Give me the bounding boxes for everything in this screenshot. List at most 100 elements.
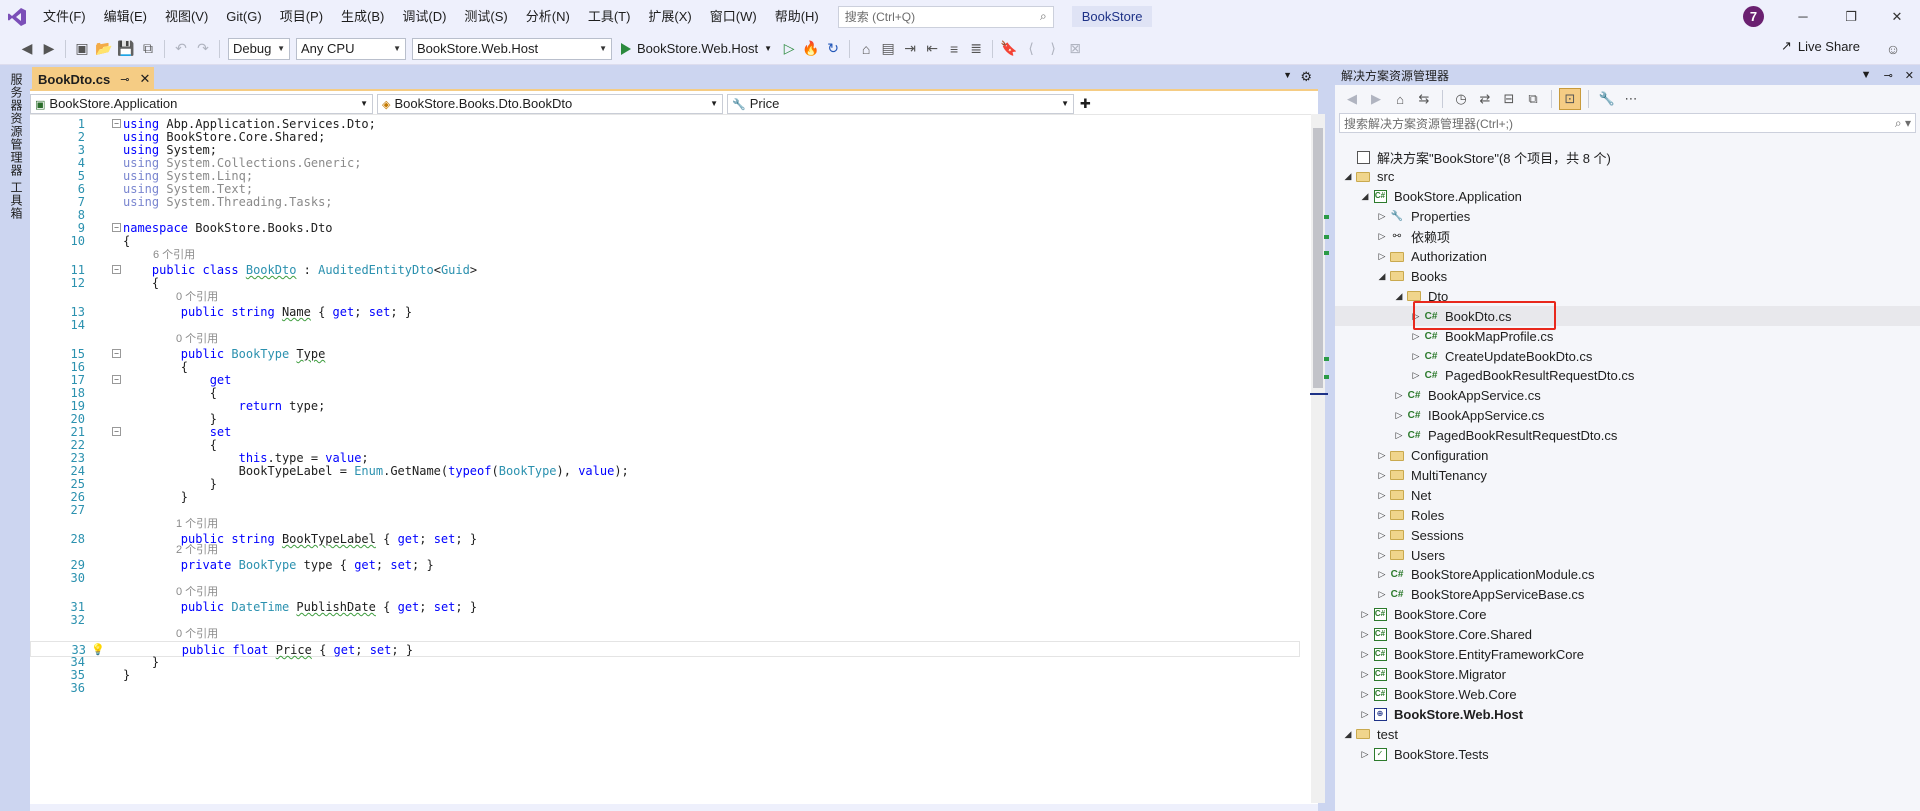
tree-node[interactable]: ◢ Books <box>1335 266 1920 286</box>
redo-icon[interactable]: ↷ <box>192 38 214 60</box>
menu-window[interactable]: 窗口(W) <box>701 0 766 33</box>
collapsed-arrow-icon[interactable]: ▷ <box>1409 331 1423 342</box>
collapse-icon[interactable]: − <box>112 349 121 358</box>
collapsed-arrow-icon[interactable]: ▷ <box>1409 370 1423 381</box>
tree-node[interactable]: ▷ C# PagedBookResultRequestDto.cs <box>1335 426 1920 446</box>
pin-icon[interactable]: ⊸ <box>120 73 129 86</box>
step-icon[interactable]: ⇥ <box>899 38 921 60</box>
forward-icon[interactable]: ▶ <box>38 38 60 60</box>
collapsed-arrow-icon[interactable]: ▷ <box>1375 231 1389 242</box>
collapsed-arrow-icon[interactable]: ▷ <box>1375 251 1389 262</box>
show-all-files-icon[interactable]: ⧉ <box>1522 88 1544 110</box>
save-all-icon[interactable]: ⧉ <box>137 38 159 60</box>
type-nav-dropdown[interactable]: ◈ BookStore.Books.Dto.BookDto ▼ <box>377 93 723 114</box>
codelens-references[interactable]: 6 个引用 <box>153 249 195 262</box>
prev-bookmark-icon[interactable]: ⟨ <box>1020 38 1042 60</box>
toolbox-tab[interactable]: 工具箱 <box>8 181 25 220</box>
menu-help[interactable]: 帮助(H) <box>766 0 828 33</box>
uncomment-icon[interactable]: ≣ <box>965 38 987 60</box>
collapsed-arrow-icon[interactable]: ▷ <box>1409 311 1423 322</box>
more-icon[interactable]: ⋯ <box>1620 88 1642 110</box>
forward-icon[interactable]: ▶ <box>1365 88 1387 110</box>
tree-node[interactable]: ◢ C# BookStore.Application <box>1335 187 1920 207</box>
collapse-icon[interactable]: − <box>112 427 121 436</box>
tree-node[interactable]: ▷ ⊕ BookStore.Web.Host <box>1335 704 1920 724</box>
auto-hide-pin-icon[interactable]: ⊸ <box>1884 69 1893 82</box>
tree-node[interactable]: ▷ C# BookStore.EntityFrameworkCore <box>1335 645 1920 665</box>
tree-node[interactable]: ▷ MultiTenancy <box>1335 465 1920 485</box>
collapsed-arrow-icon[interactable]: ▷ <box>1409 351 1423 362</box>
collapsed-arrow-icon[interactable]: ▷ <box>1392 390 1406 401</box>
codelens-references[interactable]: 0 个引用 <box>176 291 218 304</box>
tree-node[interactable]: ▷ C# IBookAppService.cs <box>1335 406 1920 426</box>
undo-icon[interactable]: ↶ <box>170 38 192 60</box>
tree-node[interactable]: ▷ C# BookStoreAppServiceBase.cs <box>1335 585 1920 605</box>
collapsed-arrow-icon[interactable]: ▷ <box>1358 689 1372 700</box>
codelens-references[interactable]: 0 个引用 <box>176 333 218 346</box>
collapse-icon[interactable]: − <box>112 265 121 274</box>
tree-node[interactable]: ▷ Sessions <box>1335 525 1920 545</box>
start-debugging-button[interactable]: BookStore.Web.Host ▼ <box>615 41 778 56</box>
visual-studio-logo-icon[interactable] <box>0 0 34 33</box>
split-editor-icon[interactable]: ✚ <box>1080 96 1091 112</box>
codelens-references[interactable]: 1 个引用 <box>176 518 218 531</box>
tree-node[interactable]: ▷ Roles <box>1335 505 1920 525</box>
start-without-debugging-icon[interactable]: ▷ <box>778 38 800 60</box>
tree-node[interactable]: ▷ Configuration <box>1335 446 1920 466</box>
menu-git[interactable]: Git(G) <box>217 0 270 33</box>
collapsed-arrow-icon[interactable]: ▷ <box>1375 569 1389 580</box>
tab-bookdto-cs[interactable]: BookDto.cs ⊸ ✕ <box>32 67 154 91</box>
tree-node[interactable]: ▷ 🔧 Properties <box>1335 207 1920 227</box>
tree-node[interactable]: ▷ C# BookStoreApplicationModule.cs <box>1335 565 1920 585</box>
collapsed-arrow-icon[interactable]: ▷ <box>1358 669 1372 680</box>
menu-test[interactable]: 测试(S) <box>455 0 516 33</box>
tree-node[interactable]: ▷ C# BookAppService.cs <box>1335 386 1920 406</box>
menu-tools[interactable]: 工具(T) <box>579 0 640 33</box>
code-text-area[interactable]: 1− using Abp.Application.Services.Dto; 2u… <box>30 116 1318 800</box>
collapsed-arrow-icon[interactable]: ▷ <box>1375 530 1389 541</box>
comment-icon[interactable]: ≡ <box>943 38 965 60</box>
collapsed-arrow-icon[interactable]: ▷ <box>1358 749 1372 760</box>
tree-node[interactable]: ◢ Dto <box>1335 286 1920 306</box>
member-nav-dropdown[interactable]: 🔧 Price ▼ <box>727 93 1074 114</box>
next-bookmark-icon[interactable]: ⟩ <box>1042 38 1064 60</box>
bookmark-icon[interactable]: 🔖 <box>998 38 1020 60</box>
collapsed-arrow-icon[interactable]: ▷ <box>1375 450 1389 461</box>
search-input[interactable]: 搜索 (Ctrl+Q) ⌕ <box>837 5 1054 28</box>
layout-icon[interactable]: ▤ <box>877 38 899 60</box>
close-tab-icon[interactable]: ✕ <box>139 71 150 87</box>
project-nav-dropdown[interactable]: ▣ BookStore.Application ▼ <box>30 93 373 114</box>
collapsed-arrow-icon[interactable]: ▷ <box>1358 609 1372 620</box>
tree-node[interactable]: ▷ Net <box>1335 485 1920 505</box>
tree-node[interactable]: 解决方案"BookStore"(8 个项目，共 8 个) <box>1335 147 1920 167</box>
tree-node[interactable]: ▷ ⚯ 依赖项 <box>1335 227 1920 247</box>
properties-wrench-icon[interactable]: 🔧 <box>1596 88 1618 110</box>
tree-node[interactable]: ◢ test <box>1335 724 1920 744</box>
hot-reload-icon[interactable]: 🔥 <box>800 38 822 60</box>
tree-node[interactable]: ▷ C# BookStore.Migrator <box>1335 664 1920 684</box>
avatar[interactable]: 7 <box>1743 6 1764 27</box>
switch-views-icon[interactable]: ⇆ <box>1413 88 1435 110</box>
window-position-icon[interactable]: ▼ <box>1861 69 1872 82</box>
startup-project-dropdown[interactable]: BookStore.Web.Host ▼ <box>412 37 612 60</box>
solution-search-input[interactable]: 搜索解决方案资源管理器(Ctrl+;) ⌕ ▾ <box>1339 113 1916 133</box>
close-icon[interactable]: ✕ <box>1874 0 1920 33</box>
tree-node[interactable]: ▷ C# PagedBookResultRequestDto.cs <box>1335 366 1920 386</box>
tree-node[interactable]: ◢ src <box>1335 167 1920 187</box>
collapse-icon[interactable]: − <box>112 223 121 232</box>
tree-node[interactable]: ▷ Authorization <box>1335 247 1920 267</box>
vertical-scrollbar[interactable] <box>1311 114 1325 803</box>
collapsed-arrow-icon[interactable]: ▷ <box>1375 470 1389 481</box>
codelens-references[interactable]: 0 个引用 <box>176 628 218 641</box>
platform-dropdown[interactable]: Any CPU ▼ <box>296 37 406 60</box>
menu-build[interactable]: 生成(B) <box>332 0 393 33</box>
back-icon[interactable]: ◀ <box>1341 88 1363 110</box>
menu-extensions[interactable]: 扩展(X) <box>639 0 700 33</box>
format-icon[interactable]: ⇤ <box>921 38 943 60</box>
configuration-dropdown[interactable]: Debug ▼ <box>228 37 290 60</box>
codelens-references[interactable]: 2 个引用 <box>176 544 218 557</box>
back-icon[interactable]: ◀ <box>16 38 38 60</box>
clear-bookmarks-icon[interactable]: ⊠ <box>1064 38 1086 60</box>
menu-view[interactable]: 视图(V) <box>156 0 217 33</box>
pending-changes-filter-icon[interactable]: ◷ <box>1450 88 1472 110</box>
